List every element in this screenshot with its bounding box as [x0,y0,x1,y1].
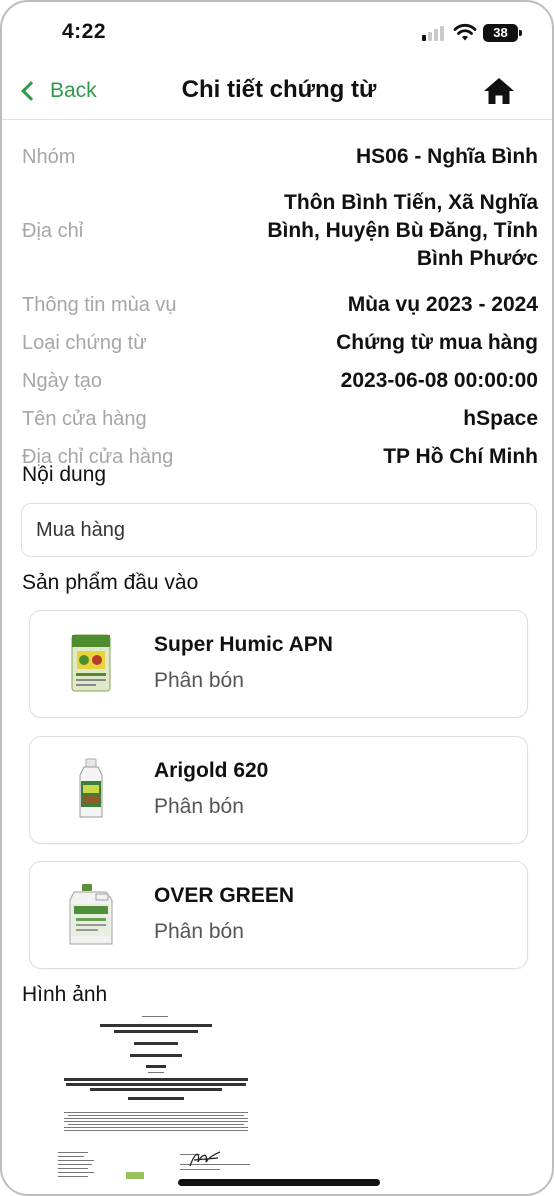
doc-type-label: Loại chứng từ [22,331,147,354]
product-card[interactable]: Super Humic APN Phân bón [29,610,528,718]
fertilizer-bottle-icon [79,758,103,818]
product-name: OVER GREEN [154,884,295,907]
signature-icon [189,1151,221,1167]
home-icon[interactable] [482,75,516,107]
product-card[interactable]: OVER GREEN Phân bón [29,861,528,969]
doc-type-value: Chứng từ mua hàng [336,331,538,354]
season-label: Thông tin mùa vụ [22,293,177,316]
detail-row-group: Nhóm HS06 - Nghĩa Bình [22,138,538,176]
product-type: Phân bón [154,920,244,943]
product-type: Phân bón [154,795,244,818]
navigation-bar: Chi tiết chứng từ Back [2,62,552,120]
fertilizer-jug-icon [69,884,113,945]
phone-frame: 4:22 38 Chi tiết chứng từ Back Nhóm HS06… [0,0,554,1196]
content-field[interactable]: Mua hàng [21,503,537,557]
store-address-value: TP Hồ Chí Minh [383,445,538,468]
product-name: Super Humic APN [154,633,333,656]
fertilizer-bag-icon [71,634,111,692]
detail-row-season: Thông tin mùa vụ Mùa vụ 2023 - 2024 [22,286,538,324]
detail-row-address: Địa chỉ Thôn Bình Tiến, Xã Nghĩa Bình, H… [22,176,538,286]
detail-row-created: Ngày tạo 2023-06-08 00:00:00 [22,362,538,400]
address-label: Địa chỉ [22,219,84,242]
cellular-signal-icon [422,25,446,41]
season-value: Mùa vụ 2023 - 2024 [347,293,538,316]
chevron-left-icon [21,81,41,101]
detail-row-store: Tên cửa hàng hSpace [22,400,538,438]
images-section-title: Hình ảnh [22,983,108,1006]
group-label: Nhóm [22,145,76,168]
status-bar: 4:22 38 [2,2,552,62]
products-section-title: Sản phẩm đầu vào [22,571,199,594]
back-button[interactable]: Back [20,76,97,106]
product-card[interactable]: Arigold 620 Phân bón [29,736,528,844]
detail-list: Nhóm HS06 - Nghĩa Bình Địa chỉ Thôn Bình… [22,138,538,476]
created-label: Ngày tạo [22,369,103,392]
product-type: Phân bón [154,669,244,692]
group-value: HS06 - Nghĩa Bình [355,145,538,168]
back-label: Back [50,79,97,102]
content-section-title: Nội dung [22,463,107,486]
address-value: Thôn Bình Tiến, Xã Nghĩa Bình, Huyện Bù … [267,191,538,270]
status-time: 4:22 [62,20,107,43]
certificate-image[interactable] [58,1016,254,1186]
store-label: Tên cửa hàng [22,407,147,430]
store-value: hSpace [463,407,538,430]
created-value: 2023-06-08 00:00:00 [340,369,538,392]
detail-row-doc-type: Loại chứng từ Chứng từ mua hàng [22,324,538,362]
wifi-icon [453,23,477,41]
home-indicator [178,1179,380,1186]
battery-icon: 38 [483,24,522,42]
product-name: Arigold 620 [154,759,269,782]
